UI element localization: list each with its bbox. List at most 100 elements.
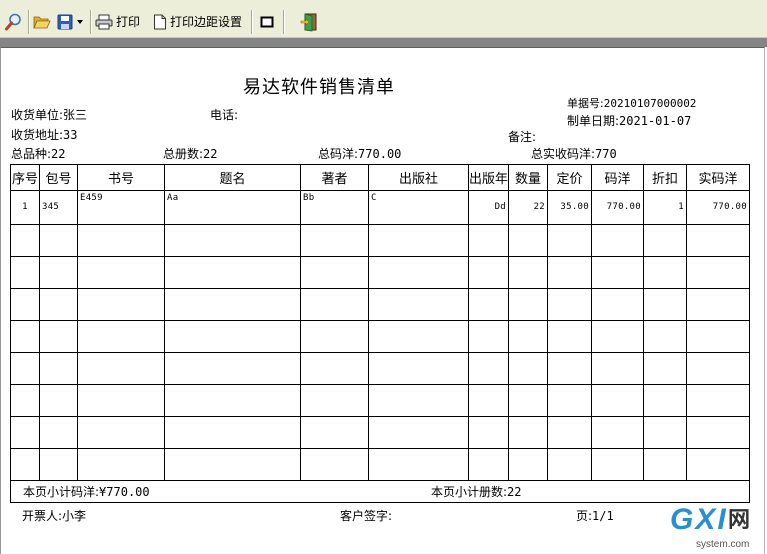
total-list-amount-label: 总码洋:: [318, 147, 359, 161]
table-cell-empty: [643, 384, 687, 417]
sales-table: 序号 包号 书号 题名 著者 出版社 出版年 数量 定价 码洋 折扣 实码洋 1…: [10, 164, 750, 503]
table-cell-empty: [10, 416, 40, 449]
table-cell-empty: [468, 288, 509, 321]
table-cell-empty: [591, 288, 644, 321]
table-row-empty: [10, 320, 750, 353]
cell-quantity: 22: [508, 190, 548, 225]
total-volumes: 总册数:22: [163, 147, 218, 161]
total-actual-amount: 总实收码洋:770: [531, 147, 617, 161]
table-cell-empty: [77, 288, 165, 321]
table-row-empty: [10, 288, 750, 321]
table-cell-empty: [547, 352, 592, 385]
table-cell-empty: [591, 352, 644, 385]
table-cell-empty: [591, 224, 644, 257]
page-subtotal-amount: 本页小计码洋:¥770.00: [23, 485, 150, 499]
table-cell-empty: [643, 416, 687, 449]
table-cell-empty: [300, 320, 369, 353]
column-header: 码洋: [591, 164, 644, 191]
column-header: 数量: [508, 164, 548, 191]
table-cell-empty: [591, 320, 644, 353]
table-cell-empty: [300, 448, 369, 481]
cell-book-no: E459: [77, 190, 165, 225]
total-volumes-label: 总册数:: [163, 147, 204, 161]
address-label: 收货地址:: [11, 128, 64, 142]
subtotal-row: 本页小计码洋:¥770.00 本页小计册数:22: [10, 480, 750, 503]
table-cell-empty: [77, 384, 165, 417]
page-subtotal-volumes-value: 22: [507, 485, 522, 499]
table-cell-empty: [368, 256, 469, 289]
table-cell-empty: [300, 384, 369, 417]
consignee-value: 张三: [63, 108, 88, 122]
table-cell-empty: [643, 288, 687, 321]
table-cell-empty: [300, 224, 369, 257]
table-cell-empty: [686, 416, 750, 449]
table-cell-empty: [643, 224, 687, 257]
table-cell-empty: [643, 352, 687, 385]
phone-label: 电话:: [210, 108, 239, 122]
total-varieties-value: 22: [51, 147, 66, 161]
table-cell-empty: [508, 384, 548, 417]
table-cell-empty: [468, 256, 509, 289]
table-cell-empty: [10, 320, 40, 353]
table-cell-empty: [508, 288, 548, 321]
table-cell-empty: [10, 256, 40, 289]
table-cell-empty: [508, 416, 548, 449]
table-cell-empty: [686, 448, 750, 481]
cell-unit-price: 35.00: [547, 190, 592, 225]
table-cell-empty: [591, 256, 644, 289]
table-cell-empty: [468, 320, 509, 353]
table-cell-empty: [39, 256, 78, 289]
doc-number-value: 20210107000002: [603, 97, 697, 110]
table-cell-empty: [368, 448, 469, 481]
table-cell-empty: [547, 256, 592, 289]
table-cell-empty: [10, 352, 40, 385]
page-number-label: 页:: [576, 509, 593, 523]
cell-author: Bb: [300, 190, 369, 225]
table-cell-empty: [547, 416, 592, 449]
table-cell-empty: [643, 448, 687, 481]
cell-package-no: 345: [39, 190, 78, 225]
total-list-amount-value: 770.00: [358, 147, 402, 161]
table-cell-empty: [468, 448, 509, 481]
column-header: 序号: [10, 164, 40, 191]
phone: 电话:: [210, 108, 238, 122]
table-cell-empty: [508, 448, 548, 481]
total-actual-amount-label: 总实收码洋:: [531, 147, 596, 161]
table-cell-empty: [164, 224, 301, 257]
table-cell-empty: [686, 384, 750, 417]
table-cell-empty: [10, 288, 40, 321]
table-cell-empty: [368, 288, 469, 321]
address: 收货地址:33: [11, 128, 78, 142]
table-cell-empty: [643, 320, 687, 353]
table-cell-empty: [39, 288, 78, 321]
issue-date-label: 制单日期:: [567, 114, 620, 128]
table-cell-empty: [39, 352, 78, 385]
cell-actual-amount: 770.00: [686, 190, 750, 225]
table-cell-empty: [77, 416, 165, 449]
table-cell-empty: [591, 384, 644, 417]
cell-publish-year: Dd: [468, 190, 509, 225]
doc-number: 单据号:20210107000002: [567, 97, 696, 110]
table-row-empty: [10, 352, 750, 385]
table-cell-empty: [508, 352, 548, 385]
issuer-label: 开票人:: [22, 509, 63, 523]
table-cell-empty: [468, 352, 509, 385]
table-cell-empty: [368, 320, 469, 353]
table-cell-empty: [508, 320, 548, 353]
table-cell-empty: [468, 384, 509, 417]
site-watermark-logo: GXI 网 system.com: [670, 503, 765, 553]
page-number-value: 1/1: [592, 509, 614, 523]
cell-list-amount: 770.00: [591, 190, 644, 225]
table-cell-empty: [686, 352, 750, 385]
table-cell-empty: [10, 384, 40, 417]
table-cell-empty: [300, 256, 369, 289]
page-number: 页:1/1: [576, 509, 614, 523]
column-header: 定价: [547, 164, 592, 191]
table-row-empty: [10, 384, 750, 417]
table-cell-empty: [686, 224, 750, 257]
document-title: 易达软件销售清单: [243, 77, 395, 98]
table-cell-empty: [547, 224, 592, 257]
table-cell-empty: [591, 448, 644, 481]
page-subtotal-amount-value: ¥770.00: [99, 485, 150, 499]
column-header: 折扣: [643, 164, 687, 191]
